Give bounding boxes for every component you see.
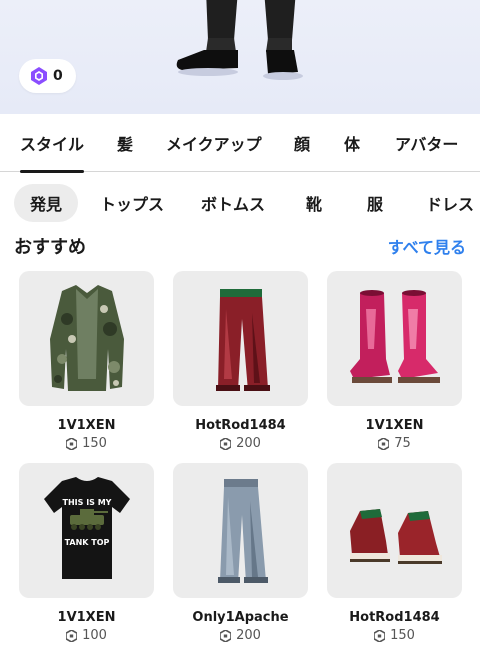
item-price: 75 — [327, 436, 462, 451]
item-price-value: 200 — [236, 436, 261, 451]
item-price-value: 75 — [394, 436, 411, 451]
avatar-feet-image — [176, 0, 303, 80]
tab-body[interactable]: 体 — [344, 114, 360, 172]
item-thumbnail[interactable] — [19, 271, 154, 406]
tab-face[interactable]: 顔 — [294, 114, 310, 172]
chip-bottoms[interactable]: ボトムス — [201, 184, 265, 222]
chip-label: 靴 — [306, 195, 323, 214]
item-price-value: 150 — [82, 436, 107, 451]
item-creator[interactable]: 1V1XEN — [327, 418, 462, 433]
tab-label: 顔 — [294, 135, 311, 154]
item-card[interactable]: HotRod1484 200 — [173, 271, 308, 451]
subcategory-chips: 発見 トップス ボトムス 靴 服 ドレス — [0, 182, 480, 224]
item-thumbnail[interactable] — [327, 463, 462, 598]
robux-gem-icon — [31, 67, 47, 85]
see-all-link[interactable]: すべて見る — [388, 234, 466, 258]
chip-label: 服 — [367, 195, 384, 214]
item-creator[interactable]: 1V1XEN — [19, 418, 154, 433]
chip-shoes[interactable]: 靴 — [306, 184, 322, 222]
item-thumbnail[interactable] — [173, 463, 308, 598]
tab-style[interactable]: スタイル — [20, 114, 85, 173]
shirt-text-top: THIS IS MY — [62, 498, 111, 507]
chip-tops[interactable]: トップス — [100, 184, 164, 222]
tab-label: メイクアップ — [166, 135, 262, 154]
item-creator[interactable]: HotRod1484 — [327, 610, 462, 625]
red-sneakers-image — [349, 508, 442, 564]
tab-label: 髪 — [117, 135, 134, 154]
item-price: 200 — [173, 628, 308, 643]
robux-balance[interactable]: 0 — [19, 59, 76, 93]
item-creator[interactable]: HotRod1484 — [173, 418, 308, 433]
item-card[interactable]: 1V1XEN 75 — [327, 271, 462, 451]
tab-hair[interactable]: 髪 — [117, 114, 133, 172]
robux-icon — [66, 629, 78, 642]
tab-label: 体 — [344, 135, 361, 154]
robux-icon — [220, 437, 232, 450]
section-title: おすすめ — [14, 237, 86, 258]
tab-avatar[interactable]: アバター — [395, 114, 458, 172]
tab-makeup[interactable]: メイクアップ — [166, 114, 262, 172]
item-card[interactable]: THIS IS MY TANK TOP 1V1XEN 100 — [19, 463, 154, 643]
pink-boots-image — [349, 289, 440, 383]
tab-label: スタイル — [20, 135, 85, 154]
chip-label: ボトムス — [201, 195, 266, 214]
item-card[interactable]: 1V1XEN 150 — [19, 271, 154, 451]
item-price: 200 — [173, 436, 308, 451]
camo-jacket-image — [49, 284, 124, 391]
chip-label: トップス — [100, 195, 165, 214]
item-price-value: 150 — [390, 628, 415, 643]
shirt-text-bottom: TANK TOP — [64, 538, 109, 547]
item-thumbnail[interactable] — [327, 271, 462, 406]
avatar-preview: 0 — [0, 0, 480, 114]
tank-top-shirt-image: THIS IS MY TANK TOP — [43, 476, 130, 579]
item-price: 100 — [19, 628, 154, 643]
item-creator[interactable]: 1V1XEN — [19, 610, 154, 625]
item-thumbnail[interactable] — [173, 271, 308, 406]
robux-icon — [66, 437, 78, 450]
item-card[interactable]: Only1Apache 200 — [173, 463, 308, 643]
item-thumbnail[interactable]: THIS IS MY TANK TOP — [19, 463, 154, 598]
robux-icon — [378, 437, 390, 450]
red-pants-image — [215, 288, 270, 391]
item-price-value: 200 — [236, 628, 261, 643]
chip-label: ドレス — [426, 195, 475, 214]
item-price-value: 100 — [82, 628, 107, 643]
chip-discover[interactable]: 発見 — [14, 184, 78, 222]
category-tabs: スタイル 髪 メイクアップ 顔 体 アバター — [0, 114, 480, 173]
item-price: 150 — [327, 628, 462, 643]
chip-dresses[interactable]: ドレス — [426, 184, 474, 222]
robux-balance-value: 0 — [53, 68, 63, 84]
item-price: 150 — [19, 436, 154, 451]
robux-icon — [374, 629, 386, 642]
robux-icon — [220, 629, 232, 642]
blue-jeans-image — [217, 478, 268, 583]
item-card[interactable]: HotRod1484 150 — [327, 463, 462, 643]
chip-clothes[interactable]: 服 — [367, 184, 383, 222]
item-creator[interactable]: Only1Apache — [173, 610, 308, 625]
tab-label: アバター — [395, 135, 459, 154]
chip-label: 発見 — [29, 195, 62, 214]
